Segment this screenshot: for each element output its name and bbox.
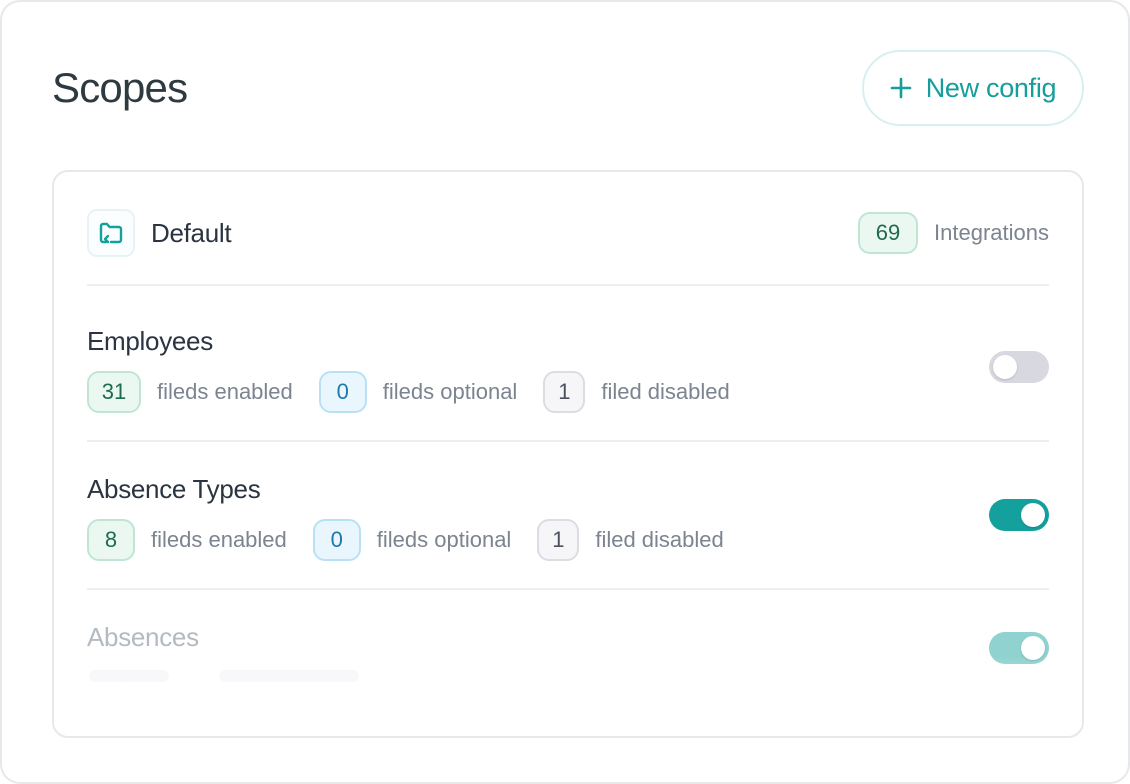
folder-sync-icon bbox=[87, 209, 135, 257]
optional-label: fileds optional bbox=[382, 379, 518, 404]
placeholder-bar bbox=[89, 670, 169, 682]
scope-card: Default 69 Integrations Employees 31 fil… bbox=[52, 170, 1084, 738]
enabled-label: fileds enabled bbox=[157, 379, 293, 404]
scope-row-absences: Absences bbox=[87, 622, 1049, 732]
disabled-count-badge: 1 bbox=[543, 371, 586, 413]
toggle-knob bbox=[993, 355, 1017, 379]
optional-count-badge: 0 bbox=[318, 371, 367, 413]
enabled-count-badge: 8 bbox=[87, 519, 135, 561]
new-config-label: New config bbox=[925, 72, 1057, 103]
toggle-knob bbox=[1021, 636, 1045, 660]
scope-title: Absence Types bbox=[87, 474, 261, 504]
optional-label: fileds optional bbox=[376, 527, 512, 552]
optional-count-badge: 0 bbox=[312, 519, 361, 561]
scope-toggle-employees[interactable] bbox=[989, 351, 1049, 383]
scope-toggle-absence-types[interactable] bbox=[989, 499, 1049, 531]
scope-row-absence-types: Absence Types 8 fileds enabled 0 fileds … bbox=[87, 474, 1049, 584]
enabled-label: fileds enabled bbox=[151, 527, 287, 552]
scope-stats: 31 fileds enabled 0 fileds optional 1 fi… bbox=[87, 371, 1049, 413]
scope-stats: 8 fileds enabled 0 fileds optional 1 fil… bbox=[87, 519, 1049, 561]
new-config-button[interactable]: New config bbox=[862, 50, 1084, 126]
scope-toggle-absences[interactable] bbox=[989, 632, 1049, 664]
page-title: Scopes bbox=[52, 64, 188, 111]
placeholder-bar bbox=[219, 670, 359, 682]
integrations-label: Integrations bbox=[934, 220, 1049, 245]
enabled-count-badge: 31 bbox=[87, 371, 141, 413]
disabled-label: filed disabled bbox=[595, 527, 724, 552]
disabled-label: filed disabled bbox=[601, 379, 730, 404]
divider bbox=[87, 440, 1049, 442]
divider bbox=[87, 284, 1049, 286]
default-scope-header: Default 69 Integrations bbox=[87, 208, 1049, 258]
scope-title: Employees bbox=[87, 326, 213, 356]
default-scope-name: Default bbox=[151, 217, 232, 248]
divider bbox=[87, 588, 1049, 590]
scope-title: Absences bbox=[87, 622, 199, 652]
scopes-panel: Scopes New config Default 69 Integration… bbox=[0, 0, 1130, 784]
plus-icon bbox=[890, 77, 912, 99]
toggle-knob bbox=[1021, 503, 1045, 527]
integrations-count-badge: 69 bbox=[858, 212, 919, 254]
scope-row-employees: Employees 31 fileds enabled 0 fileds opt… bbox=[87, 326, 1049, 436]
disabled-count-badge: 1 bbox=[537, 519, 580, 561]
